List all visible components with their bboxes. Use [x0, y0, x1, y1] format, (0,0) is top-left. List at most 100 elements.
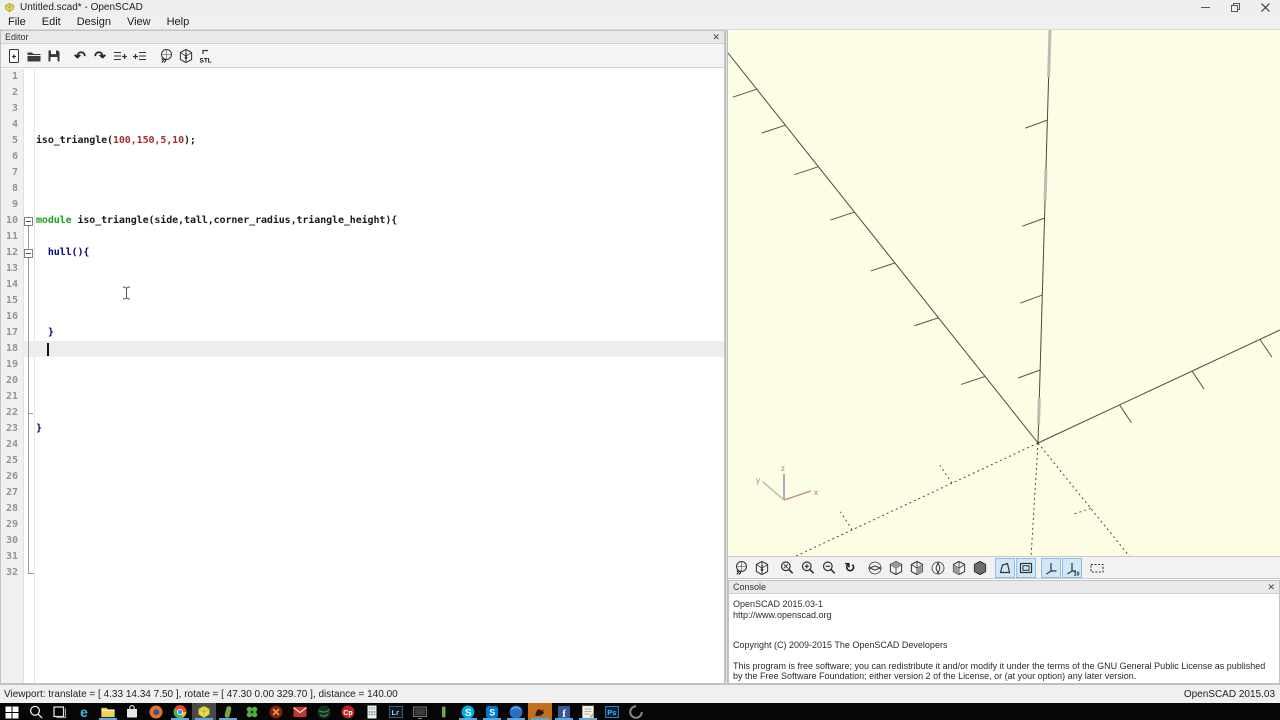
mail-icon	[292, 704, 308, 720]
show-axes-icon	[1043, 560, 1059, 576]
viewport-axes: z x y	[728, 30, 1280, 556]
editor-line-row: 22	[1, 405, 724, 421]
svg-text:S: S	[489, 707, 495, 717]
unindent-button[interactable]	[110, 46, 130, 66]
line-number: 23	[1, 421, 21, 437]
preview-button[interactable]: »	[156, 46, 176, 66]
taskbar-calculator-button[interactable]	[360, 703, 384, 720]
taskbar-file-explorer-button[interactable]	[96, 703, 120, 720]
indent-button[interactable]	[130, 46, 150, 66]
editor-line-row: 3	[1, 101, 724, 117]
view-right-button[interactable]	[865, 558, 885, 578]
fold-collapse-box[interactable]	[24, 248, 33, 258]
show-axes-button[interactable]	[1041, 557, 1061, 578]
taskbar-store-button[interactable]	[120, 703, 144, 720]
status-bar: Viewport: translate = [ 4.33 14.34 7.50 …	[0, 684, 1280, 703]
fold-collapse-box[interactable]	[24, 216, 33, 226]
indent-icon	[132, 48, 148, 64]
taskbar-mail-button[interactable]	[288, 703, 312, 720]
undo-button[interactable]: ↶	[70, 46, 90, 66]
taskbar-skype-business-button[interactable]: S	[480, 703, 504, 720]
view-bottom-button[interactable]	[907, 558, 927, 578]
taskbar-photoshop-button[interactable]: Ps	[600, 703, 624, 720]
render-button[interactable]	[752, 558, 772, 578]
preview-button[interactable]: »	[731, 558, 751, 578]
show-scale-markers-button[interactable]: 10	[1062, 557, 1082, 578]
code-token: 100,150,5,10	[112, 135, 185, 146]
taskbar-monitor-app-button[interactable]	[408, 703, 432, 720]
console-panel: Console ✕ OpenSCAD 2015.03-1 http://www.o…	[728, 580, 1280, 684]
axis-label-x: x	[814, 488, 818, 497]
view-back-button[interactable]	[970, 558, 990, 578]
restore-button[interactable]	[1220, 0, 1250, 15]
unindent-icon	[112, 48, 128, 64]
taskbar-openscad-button[interactable]	[192, 703, 216, 720]
taskbar-blue-sphere-app-button[interactable]	[504, 703, 528, 720]
taskbar-facebook-button[interactable]: f	[552, 703, 576, 720]
menu-edit[interactable]: Edit	[34, 15, 69, 30]
close-icon[interactable]: ✕	[712, 32, 720, 42]
render-button[interactable]	[176, 46, 196, 66]
redo-icon: ↷	[94, 47, 106, 64]
view-front-button[interactable]	[949, 558, 969, 578]
taskbar-small-green-app-button[interactable]	[432, 703, 456, 720]
export-stl-icon: STL	[198, 48, 214, 64]
view-left-button[interactable]	[928, 558, 948, 578]
console-line: This program is free software; you can r…	[733, 660, 1266, 682]
minimize-button[interactable]	[1190, 0, 1220, 15]
console-panel-header: Console ✕	[729, 581, 1279, 594]
taskbar-notes-app-button[interactable]	[576, 703, 600, 720]
redo-button[interactable]: ↷	[90, 46, 110, 66]
view-orthogonal-icon	[1018, 560, 1034, 576]
export-stl-button[interactable]: STL	[196, 46, 216, 66]
editor-line-row: 17 }	[1, 325, 724, 341]
console-line: Copyright (C) 2009-2015 The OpenSCAD Dev…	[733, 640, 948, 650]
line-number: 27	[1, 485, 21, 501]
svg-text:Ps: Ps	[607, 708, 616, 717]
line-number: 26	[1, 469, 21, 485]
reset-view-button[interactable]: ↻	[840, 558, 860, 578]
zoom-in-button[interactable]	[798, 558, 818, 578]
corel-app-icon: Cp	[340, 704, 356, 720]
taskbar-attention-app-button[interactable]	[528, 703, 552, 720]
zoom-out-button[interactable]	[819, 558, 839, 578]
search-icon	[28, 704, 44, 720]
view-all-button[interactable]	[1087, 558, 1107, 578]
edge-icon: e	[80, 703, 88, 720]
taskbar-red-circle-app-button[interactable]	[264, 703, 288, 720]
taskbar-skype-button[interactable]: S	[456, 703, 480, 720]
taskbar-start-button[interactable]	[0, 703, 24, 720]
taskbar-globe-app-button[interactable]	[312, 703, 336, 720]
close-icon[interactable]: ✕	[1267, 582, 1275, 592]
taskbar-search-button[interactable]	[24, 703, 48, 720]
editor-line-row: 24	[1, 437, 724, 453]
3d-viewport[interactable]: z x y	[728, 30, 1280, 556]
view-perspective-button[interactable]	[995, 557, 1015, 578]
taskbar-swirl-app-button[interactable]	[624, 703, 648, 720]
close-button[interactable]	[1250, 0, 1280, 15]
view-bottom-icon	[909, 560, 925, 576]
taskbar-lightroom-button[interactable]: Lr	[384, 703, 408, 720]
menu-file[interactable]: File	[0, 15, 34, 30]
taskbar-chrome-button[interactable]	[168, 703, 192, 720]
editor-line-row: 10 module iso_triangle(side,tall,corner_r…	[1, 213, 724, 229]
view-orthogonal-button[interactable]	[1016, 557, 1036, 578]
zoom-all-button[interactable]	[777, 558, 797, 578]
view-top-button[interactable]	[886, 558, 906, 578]
open-file-button[interactable]	[24, 46, 44, 66]
menu-design[interactable]: Design	[69, 15, 119, 30]
code-editor[interactable]: 1 2 3 4 5 iso_triangle(100,150,5,10); 6 7 8 9 10 mo…	[1, 69, 724, 683]
line-number: 15	[1, 293, 21, 309]
taskbar-corel-app-button[interactable]: Cp	[336, 703, 360, 720]
taskbar-clover-app-button[interactable]	[240, 703, 264, 720]
menu-help[interactable]: Help	[159, 15, 198, 30]
store-icon	[124, 704, 140, 720]
taskbar-green-tool-button[interactable]	[216, 703, 240, 720]
save-file-button[interactable]	[44, 46, 64, 66]
taskbar-firefox-button[interactable]	[144, 703, 168, 720]
editor-line-row: 5 iso_triangle(100,150,5,10);	[1, 133, 724, 149]
taskbar-edge-button[interactable]: e	[72, 703, 96, 720]
menu-view[interactable]: View	[119, 15, 159, 30]
taskbar-task-view-button[interactable]	[48, 703, 72, 720]
new-file-button[interactable]	[4, 46, 24, 66]
